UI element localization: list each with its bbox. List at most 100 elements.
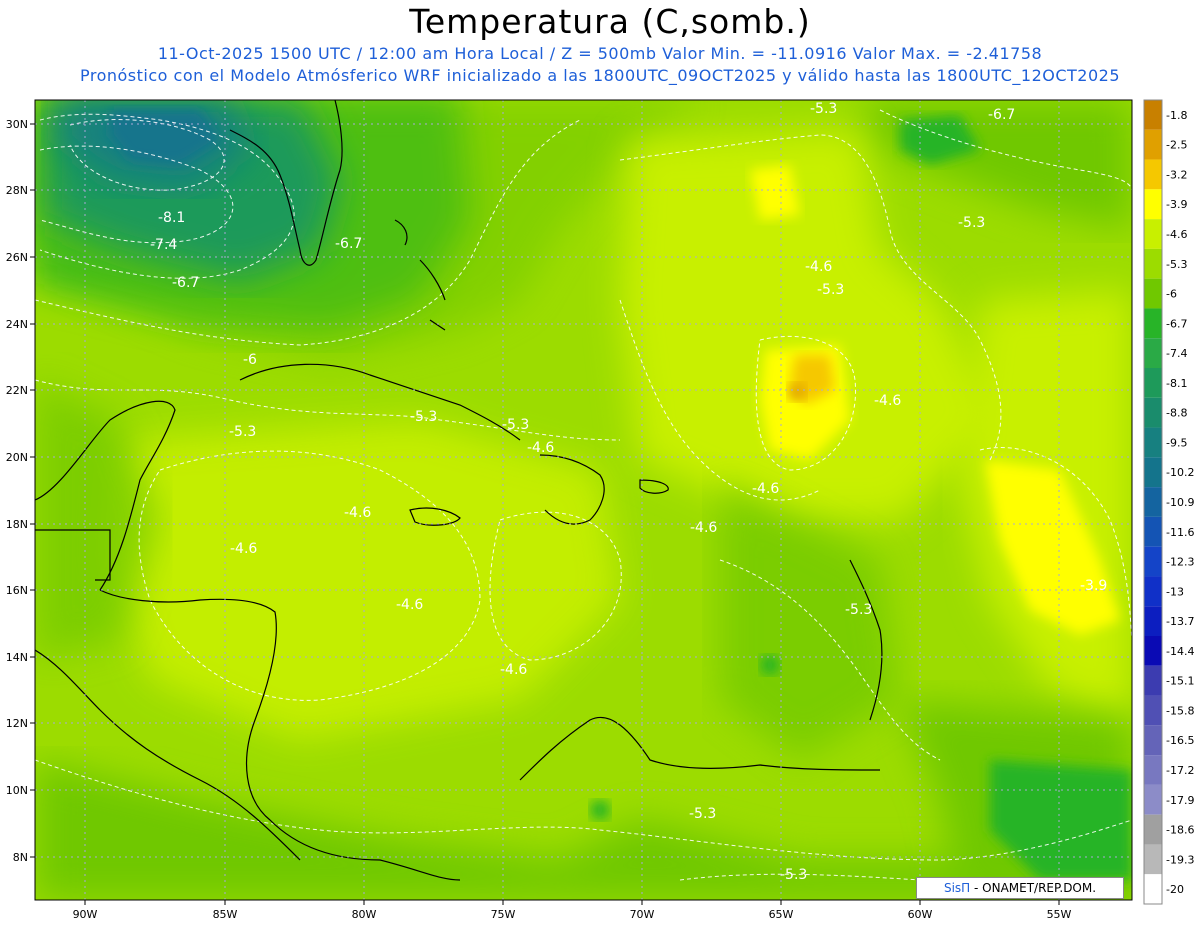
colorbar-label: -4.6	[1166, 228, 1187, 241]
lat-tick-label: 26N	[6, 251, 28, 264]
contour-label: -5.3	[410, 409, 437, 425]
colorbar-swatch	[1144, 189, 1162, 220]
contour-label: -4.6	[230, 541, 257, 557]
contour-label: -5.3	[817, 282, 844, 298]
colorbar-label: -15.8	[1166, 704, 1194, 717]
colorbar-swatch	[1144, 427, 1162, 458]
colorbar-swatch	[1144, 755, 1162, 785]
colorbar-label: -20	[1166, 883, 1184, 896]
colorbar-label: -7.4	[1166, 347, 1187, 360]
latitude-axis: 30N 28N 26N 24N 22N 20N 18N 16N 14N 12N …	[6, 118, 35, 864]
cold-patch-venezuela	[590, 800, 610, 820]
colorbar-swatch	[1144, 338, 1162, 368]
hottest-spot	[788, 383, 806, 401]
colorbar-swatch	[1144, 516, 1162, 547]
contour-label: -4.6	[344, 505, 371, 521]
colorbar-swatch	[1144, 278, 1162, 309]
colorbar-label: -9.5	[1166, 436, 1187, 449]
lat-tick-label: 20N	[6, 451, 28, 464]
credit-org: - ONAMET/REP.DOM.	[970, 881, 1097, 895]
contour-label: -4.6	[527, 440, 554, 456]
colorbar-label: -14.4	[1166, 645, 1194, 658]
contour-label: -6.7	[335, 236, 362, 252]
contour-label: -6.7	[172, 275, 199, 291]
colorbar-label: -16.5	[1166, 734, 1194, 747]
contour-label: -4.6	[752, 481, 779, 497]
colorbar-swatch	[1144, 487, 1162, 517]
colorbar: -1.8 -2.5 -3.2 -3.9 -4.6 -5.3 -6 -6.7 -7.4 -8.1 -8…	[1143, 99, 1194, 905]
lon-tick-label: 70W	[630, 908, 655, 921]
lon-tick-label: 80W	[352, 908, 377, 921]
colorbar-swatch	[1144, 159, 1162, 190]
lat-tick-label: 30N	[6, 118, 28, 131]
colorbar-label: -2.5	[1166, 139, 1187, 152]
colorbar-label: -19.3	[1166, 853, 1194, 866]
colorbar-label: -17.2	[1166, 764, 1194, 777]
contour-label: -5.3	[780, 867, 807, 883]
lat-tick-label: 8N	[13, 851, 28, 864]
colorbar-label: -12.3	[1166, 556, 1194, 569]
contour-label: -5.3	[810, 101, 837, 117]
contour-label: -5.3	[845, 602, 872, 618]
colorbar-label: -3.2	[1166, 168, 1187, 181]
colorbar-label: -13.7	[1166, 615, 1194, 628]
colorbar-swatch	[1144, 457, 1162, 488]
contour-label: -4.6	[396, 597, 423, 613]
colorbar-label: -10.2	[1166, 466, 1194, 479]
credit-brand: SisΠ	[943, 881, 971, 895]
contour-label: -3.9	[1080, 578, 1107, 594]
contour-label: -5.3	[229, 424, 256, 440]
contour-label: -6	[243, 352, 257, 368]
cold-patch-antilles	[760, 655, 780, 675]
colorbar-label: -3.9	[1166, 198, 1187, 211]
lon-tick-label: 55W	[1047, 908, 1072, 921]
lon-tick-label: 90W	[73, 908, 98, 921]
lon-tick-label: 85W	[213, 908, 238, 921]
contour-label: -6.7	[988, 107, 1015, 123]
colorbar-swatch	[1144, 695, 1162, 726]
colorbar-label: -15.1	[1166, 675, 1194, 688]
temperature-map: -8.1 -7.4 -6.7 -6.7 -6 -5.3 -5.3 -5.3 -4…	[6, 99, 1194, 921]
colorbar-swatch	[1144, 546, 1162, 577]
colorbar-swatch	[1144, 248, 1162, 279]
contour-label: -7.4	[150, 237, 177, 253]
credit-box: SisΠ - ONAMET/REP.DOM.	[916, 877, 1124, 899]
colorbar-label: -6.7	[1166, 317, 1187, 330]
colorbar-label: -17.9	[1166, 794, 1194, 807]
colorbar-label: -8.8	[1166, 407, 1187, 420]
colorbar-swatch	[1144, 129, 1162, 160]
map-plot-area: -8.1 -7.4 -6.7 -6.7 -6 -5.3 -5.3 -5.3 -4…	[35, 100, 1132, 900]
lat-tick-label: 28N	[6, 184, 28, 197]
lon-tick-label: 75W	[491, 908, 516, 921]
colorbar-label: -13	[1166, 585, 1184, 598]
colorbar-label: -5.3	[1166, 258, 1187, 271]
contour-label: -5.3	[502, 417, 529, 433]
colorbar-swatch	[1144, 725, 1162, 756]
colorbar-swatch	[1144, 308, 1162, 339]
contour-label: -5.3	[958, 215, 985, 231]
colorbar-swatch	[1144, 397, 1162, 428]
colorbar-label: -6	[1166, 288, 1177, 301]
lat-tick-label: 12N	[6, 717, 28, 730]
lon-tick-label: 65W	[769, 908, 794, 921]
colorbar-swatch	[1144, 368, 1162, 398]
contour-label: -4.6	[500, 662, 527, 678]
colorbar-swatch	[1144, 784, 1162, 815]
lat-tick-label: 14N	[6, 651, 28, 664]
colorbar-label: -10.9	[1166, 496, 1194, 509]
colorbar-label: -8.1	[1166, 377, 1187, 390]
lat-tick-label: 10N	[6, 784, 28, 797]
lat-tick-label: 22N	[6, 384, 28, 397]
contour-label: -5.3	[689, 806, 716, 822]
colorbar-swatch	[1144, 606, 1162, 636]
colorbar-swatch	[1144, 100, 1162, 130]
lat-tick-label: 16N	[6, 584, 28, 597]
colorbar-label: -1.8	[1166, 109, 1187, 122]
colorbar-swatch	[1144, 814, 1162, 845]
colorbar-swatch	[1144, 665, 1162, 696]
contour-label: -8.1	[158, 210, 185, 226]
colorbar-label: -11.6	[1166, 526, 1194, 539]
lat-tick-label: 18N	[6, 518, 28, 531]
colorbar-swatch	[1144, 636, 1162, 666]
colorbar-swatch	[1144, 874, 1162, 904]
